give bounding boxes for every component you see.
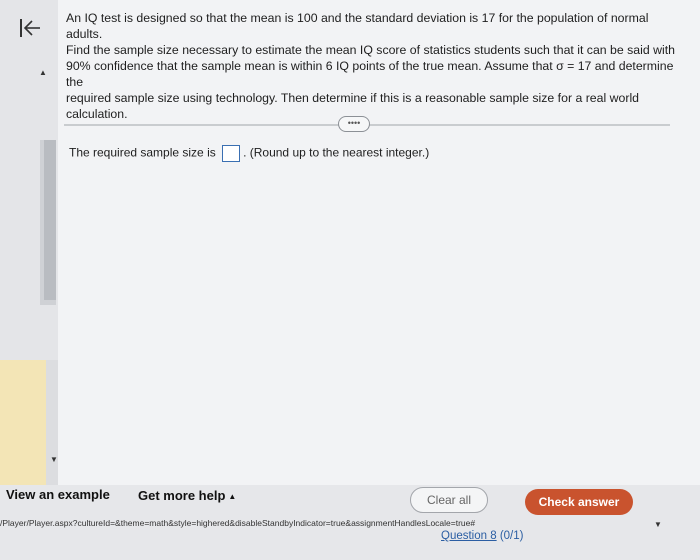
question-navigator[interactable]: Question 8 (0/1)	[441, 530, 523, 542]
side-panel-highlight	[0, 360, 46, 485]
question-line: 90% confidence that the sample mean is w…	[66, 59, 674, 89]
side-panel-strip	[46, 360, 58, 485]
get-more-help-menu[interactable]: Get more help ▲	[138, 488, 236, 503]
question-number: Question 8	[441, 530, 497, 542]
question-progress: (0/1)	[499, 530, 524, 542]
answer-prompt: The required sample size is . (Round up …	[69, 145, 429, 162]
more-button[interactable]: ••••	[338, 116, 370, 132]
collapse-left-icon[interactable]	[18, 16, 42, 40]
triangle-up-icon[interactable]: ▲	[39, 68, 47, 77]
question-line: required sample size using technology. T…	[66, 91, 640, 121]
question-line: An IQ test is designed so that the mean …	[66, 11, 649, 41]
triangle-down-icon[interactable]: ▼	[50, 455, 58, 464]
clear-all-button[interactable]: Clear all	[410, 487, 488, 513]
question-line: Find the sample size necessary to estima…	[66, 43, 675, 57]
answer-suffix: . (Round up to the nearest integer.)	[243, 145, 430, 160]
view-example-link[interactable]: View an example	[6, 487, 110, 502]
get-more-help-label: Get more help	[138, 488, 226, 503]
answer-prefix: The required sample size is	[69, 145, 216, 160]
check-answer-button[interactable]: Check answer	[525, 489, 633, 515]
scrollbar-thumb[interactable]	[44, 140, 56, 300]
status-url: /Player/Player.aspx?cultureId=&theme=mat…	[0, 518, 476, 528]
question-pane: An IQ test is designed so that the mean …	[58, 0, 700, 485]
answer-input[interactable]	[222, 145, 241, 162]
question-text: An IQ test is designed so that the mean …	[66, 10, 686, 122]
caret-up-icon: ▲	[228, 492, 237, 502]
footer-bar: View an example Get more help ▲ Clear all…	[0, 485, 700, 560]
dropdown-arrow-icon[interactable]: ▼	[654, 520, 662, 529]
